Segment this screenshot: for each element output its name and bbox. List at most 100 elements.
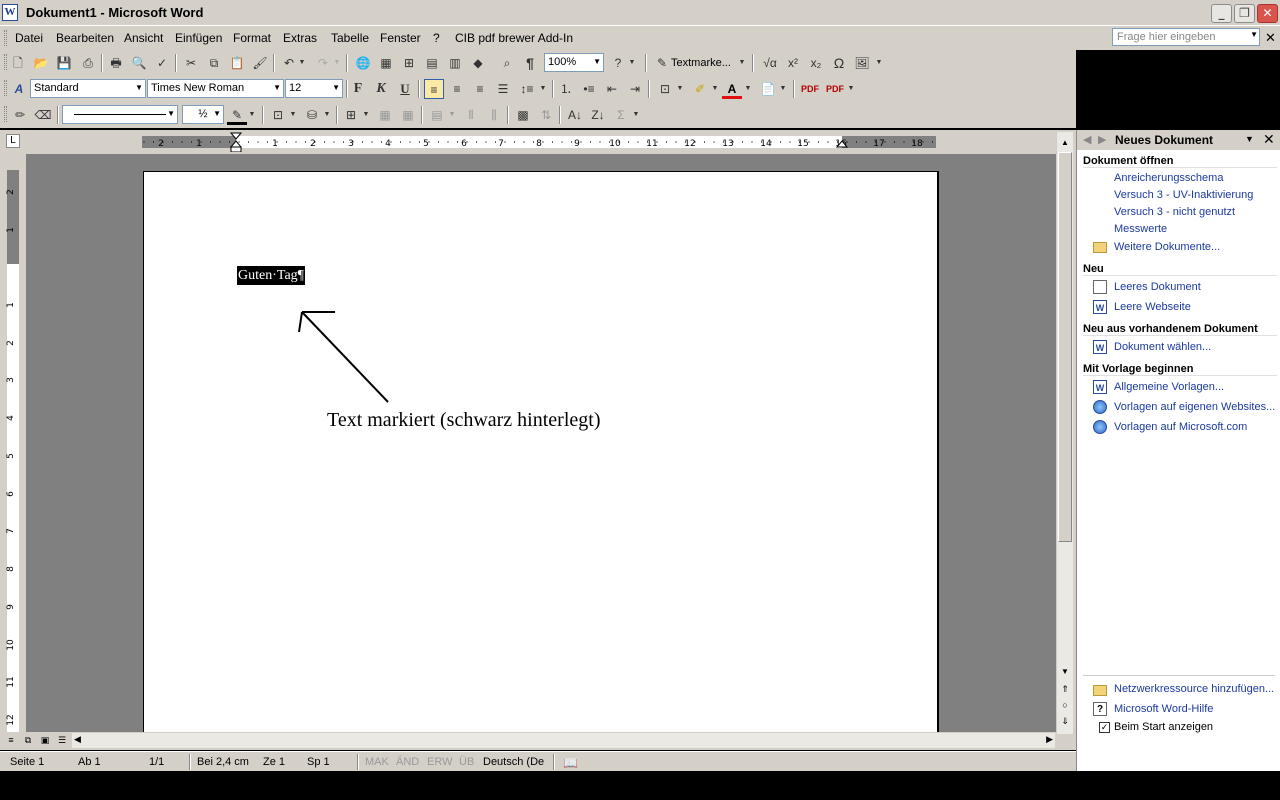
letter-icon[interactable]: 📄 — [758, 79, 778, 99]
line-weight-select[interactable]: ½ ▼ — [182, 105, 224, 124]
symbol-icon[interactable]: Ω — [829, 53, 849, 73]
general-templates-link[interactable]: Allgemeine Vorlagen... — [1114, 381, 1224, 393]
bold-button[interactable]: F — [348, 79, 368, 99]
border-color-icon[interactable]: ✎ — [227, 105, 247, 125]
spelling-status-icon[interactable]: 📖 — [563, 756, 578, 770]
sort-descending-icon[interactable]: Z↓ — [588, 105, 608, 125]
website-templates-link[interactable]: Vorlagen auf eigenen Websites... — [1114, 401, 1275, 413]
save-icon[interactable]: 💾 — [54, 53, 74, 73]
scroll-up-icon[interactable]: ▲ — [1057, 135, 1073, 151]
outside-border-dropdown-icon[interactable]: ▼ — [287, 105, 299, 125]
horizontal-scrollbar[interactable]: ◀ ▶ — [72, 733, 1055, 748]
menu-tabelle[interactable]: Tabelle — [331, 31, 369, 45]
close-button[interactable]: ✕ — [1257, 4, 1278, 23]
align-left-icon[interactable]: ≡ — [424, 79, 444, 99]
superscript-icon[interactable]: x² — [783, 53, 803, 73]
selected-text[interactable]: Guten·Tag¶ — [237, 266, 306, 285]
textmarker-dropdown-icon[interactable]: ▼ — [736, 53, 748, 73]
add-network-link[interactable]: Netzwerkressource hinzufügen... — [1114, 683, 1274, 695]
document-page[interactable] — [143, 171, 939, 734]
back-icon[interactable]: ◀ — [1083, 133, 1091, 146]
paste-icon[interactable]: 📋 — [227, 53, 247, 73]
distribute-columns-icon[interactable]: ⫼ — [484, 105, 504, 125]
underline-button[interactable]: U — [395, 79, 415, 99]
spelling-icon[interactable]: ✓ — [152, 53, 172, 73]
menu-datei[interactable]: Datei — [15, 31, 43, 45]
menu-format[interactable]: Format — [233, 31, 271, 45]
more-buttons-icon[interactable]: ▼ — [626, 53, 638, 73]
insert-table-icon[interactable]: ⊞ — [399, 53, 419, 73]
menu-bearbeiten[interactable]: Bearbeiten — [56, 31, 114, 45]
eraser-icon[interactable]: ⌫ — [33, 105, 53, 125]
more-buttons-icon[interactable]: ▼ — [777, 79, 789, 99]
more-buttons-icon[interactable]: ▼ — [630, 105, 642, 125]
insert-table-icon[interactable]: ⊞ — [341, 105, 361, 125]
status-mak[interactable]: MAK — [365, 756, 389, 768]
scroll-left-icon[interactable]: ◀ — [74, 734, 81, 745]
shading-dropdown-icon[interactable]: ▼ — [321, 105, 333, 125]
status-aend[interactable]: ÄND — [396, 756, 419, 768]
print-layout-icon[interactable]: ▣ — [38, 734, 52, 747]
menu-extras[interactable]: Extras — [283, 31, 317, 45]
highlight-dropdown-icon[interactable]: ▼ — [709, 79, 721, 99]
tab-selector[interactable]: L — [6, 134, 20, 148]
highlight-pen-icon[interactable]: ✎ — [652, 53, 672, 73]
subscript-icon[interactable]: x₂ — [806, 53, 826, 73]
italic-button[interactable]: K — [371, 79, 391, 99]
font-color-icon[interactable]: A — [722, 79, 742, 99]
undo-dropdown-icon[interactable]: ▼ — [296, 53, 308, 73]
drawing-icon[interactable]: ◆ — [468, 53, 488, 73]
textmarker-label[interactable]: Textmarke... — [671, 57, 731, 69]
word-app-icon[interactable]: W — [2, 4, 18, 21]
blank-document-link[interactable]: Leeres Dokument — [1114, 281, 1201, 293]
microsoft-templates-link[interactable]: Vorlagen auf Microsoft.com — [1114, 421, 1247, 433]
cell-align-dropdown-icon[interactable]: ▼ — [446, 105, 458, 125]
hyperlink-icon[interactable]: 🌐 — [353, 53, 373, 73]
show-formatting-icon[interactable]: ¶ — [520, 53, 540, 73]
cell-align-icon[interactable]: ▤ — [427, 105, 447, 125]
columns-icon[interactable]: ▥ — [445, 53, 465, 73]
document-map-icon[interactable]: ⌕ — [497, 53, 517, 73]
status-language[interactable]: Deutsch (De — [483, 756, 544, 768]
redo-dropdown-icon[interactable]: ▼ — [331, 53, 343, 73]
align-center-icon[interactable]: ≡ — [447, 79, 467, 99]
toolbar-grip[interactable] — [4, 106, 7, 122]
previous-page-icon[interactable]: ⇑ — [1057, 684, 1073, 695]
toolbar-grip[interactable] — [4, 80, 7, 96]
scroll-thumb[interactable] — [1058, 152, 1072, 542]
menu-fenster[interactable]: Fenster — [380, 31, 421, 45]
more-buttons-icon[interactable]: ▼ — [845, 79, 857, 99]
pdf-create-icon[interactable]: PDF — [800, 79, 820, 99]
insert-image-icon[interactable]: 🖼 — [852, 53, 872, 73]
help-icon[interactable]: ? — [608, 53, 628, 73]
next-page-icon[interactable]: ⇓ — [1057, 716, 1073, 727]
left-indent-marker[interactable] — [230, 146, 242, 152]
outline-view-icon[interactable]: ☰ — [55, 734, 69, 747]
blank-webpage-link[interactable]: Leere Webseite — [1114, 301, 1191, 313]
zoom-select[interactable]: 100% ▼ — [544, 53, 604, 72]
scroll-right-icon[interactable]: ▶ — [1046, 734, 1053, 745]
vertical-scrollbar[interactable]: ▲ ▼ ⇑ ○ ⇓ — [1056, 132, 1073, 734]
chevron-down-icon[interactable]: ▼ — [1245, 134, 1254, 144]
more-documents-link[interactable]: Weitere Dokumente... — [1114, 241, 1220, 253]
numbering-icon[interactable]: ⒈ — [556, 79, 576, 99]
word-help-link[interactable]: Microsoft Word-Hilfe — [1114, 703, 1213, 715]
font-color-dropdown-icon[interactable]: ▼ — [742, 79, 754, 99]
sort-ascending-icon[interactable]: A↓ — [565, 105, 585, 125]
more-buttons-icon[interactable]: ▼ — [873, 53, 885, 73]
vertical-ruler[interactable]: 2 1 1 2 3 4 5 6 7 8 9 10 11 12 — [4, 170, 22, 734]
browse-object-icon[interactable]: ○ — [1057, 700, 1073, 710]
scroll-down-icon[interactable]: ▼ — [1057, 664, 1073, 680]
restore-button[interactable]: ❐ — [1234, 4, 1255, 23]
print-preview-icon[interactable]: 🔍 — [129, 53, 149, 73]
insert-table-dropdown-icon[interactable]: ▼ — [360, 105, 372, 125]
recent-doc-link[interactable]: Anreicherungsschema — [1114, 172, 1223, 184]
decrease-indent-icon[interactable]: ⇤ — [602, 79, 622, 99]
split-cells-icon[interactable]: ▦ — [398, 105, 418, 125]
style-select[interactable]: Standard ▼ — [30, 79, 146, 98]
equation-icon[interactable]: √α — [760, 53, 780, 73]
highlight-icon[interactable]: ✐ — [690, 79, 710, 99]
menu-help[interactable]: ? — [433, 31, 440, 45]
line-spacing-icon[interactable]: ↕≡ — [517, 79, 537, 99]
recent-doc-link[interactable]: Versuch 3 - UV-Inaktivierung — [1114, 189, 1253, 201]
